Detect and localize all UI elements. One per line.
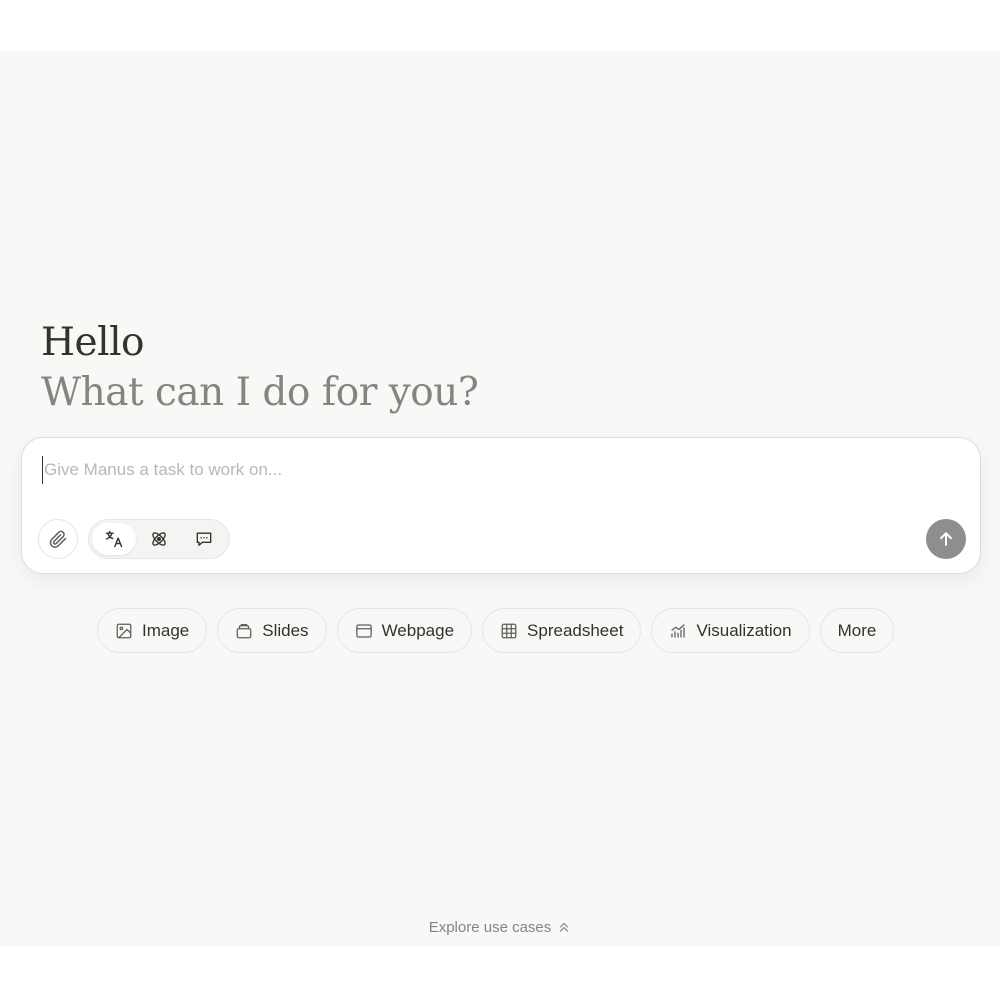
chip-spreadsheet[interactable]: Spreadsheet [482,608,642,653]
atom-icon [152,532,166,546]
explore-use-cases-link[interactable]: Explore use cases [0,916,1000,938]
greeting-subtitle: What can I do for you? [41,370,479,415]
mode-chat-button[interactable] [182,523,226,555]
bar-chart-icon [669,622,687,640]
greeting: Hello What can I do for you? [41,319,479,417]
chip-label: Visualization [696,620,792,640]
browser-window-icon [355,622,373,640]
chip-label: Spreadsheet [527,620,624,640]
chip-label: Webpage [381,620,455,640]
chat-bubble-icon [196,532,212,546]
table-grid-icon [500,622,518,640]
task-composer [21,437,981,574]
double-chevron-up-icon [560,922,569,932]
chip-label: Image [142,620,190,640]
task-input[interactable] [42,456,942,484]
chip-webpage[interactable]: Webpage [336,608,473,653]
send-button[interactable] [926,519,966,559]
main-content: Hello What can I do for you? Give Manus … [0,51,1000,947]
explore-label: Explore use cases [428,918,552,936]
paperclip-icon [49,530,67,548]
chip-label: Slides [262,620,309,640]
mode-atom-button[interactable] [137,523,181,555]
chip-label: More [837,620,877,640]
chip-slides[interactable]: Slides [217,608,327,653]
chip-more[interactable]: More [819,608,895,653]
chip-image[interactable]: Image [97,608,208,653]
greeting-title: Hello [41,320,145,365]
arrow-up-icon [940,532,952,546]
slides-icon [235,622,253,640]
attach-button[interactable] [38,519,78,559]
image-icon [115,622,133,640]
mode-selector [88,519,230,559]
quick-action-chips: Image Slides Webpage Spreadsheet Visuali… [97,608,895,653]
agent-mode-icon [105,530,123,548]
mode-agent-button[interactable] [92,523,136,555]
chip-visualization[interactable]: Visualization [651,608,810,653]
